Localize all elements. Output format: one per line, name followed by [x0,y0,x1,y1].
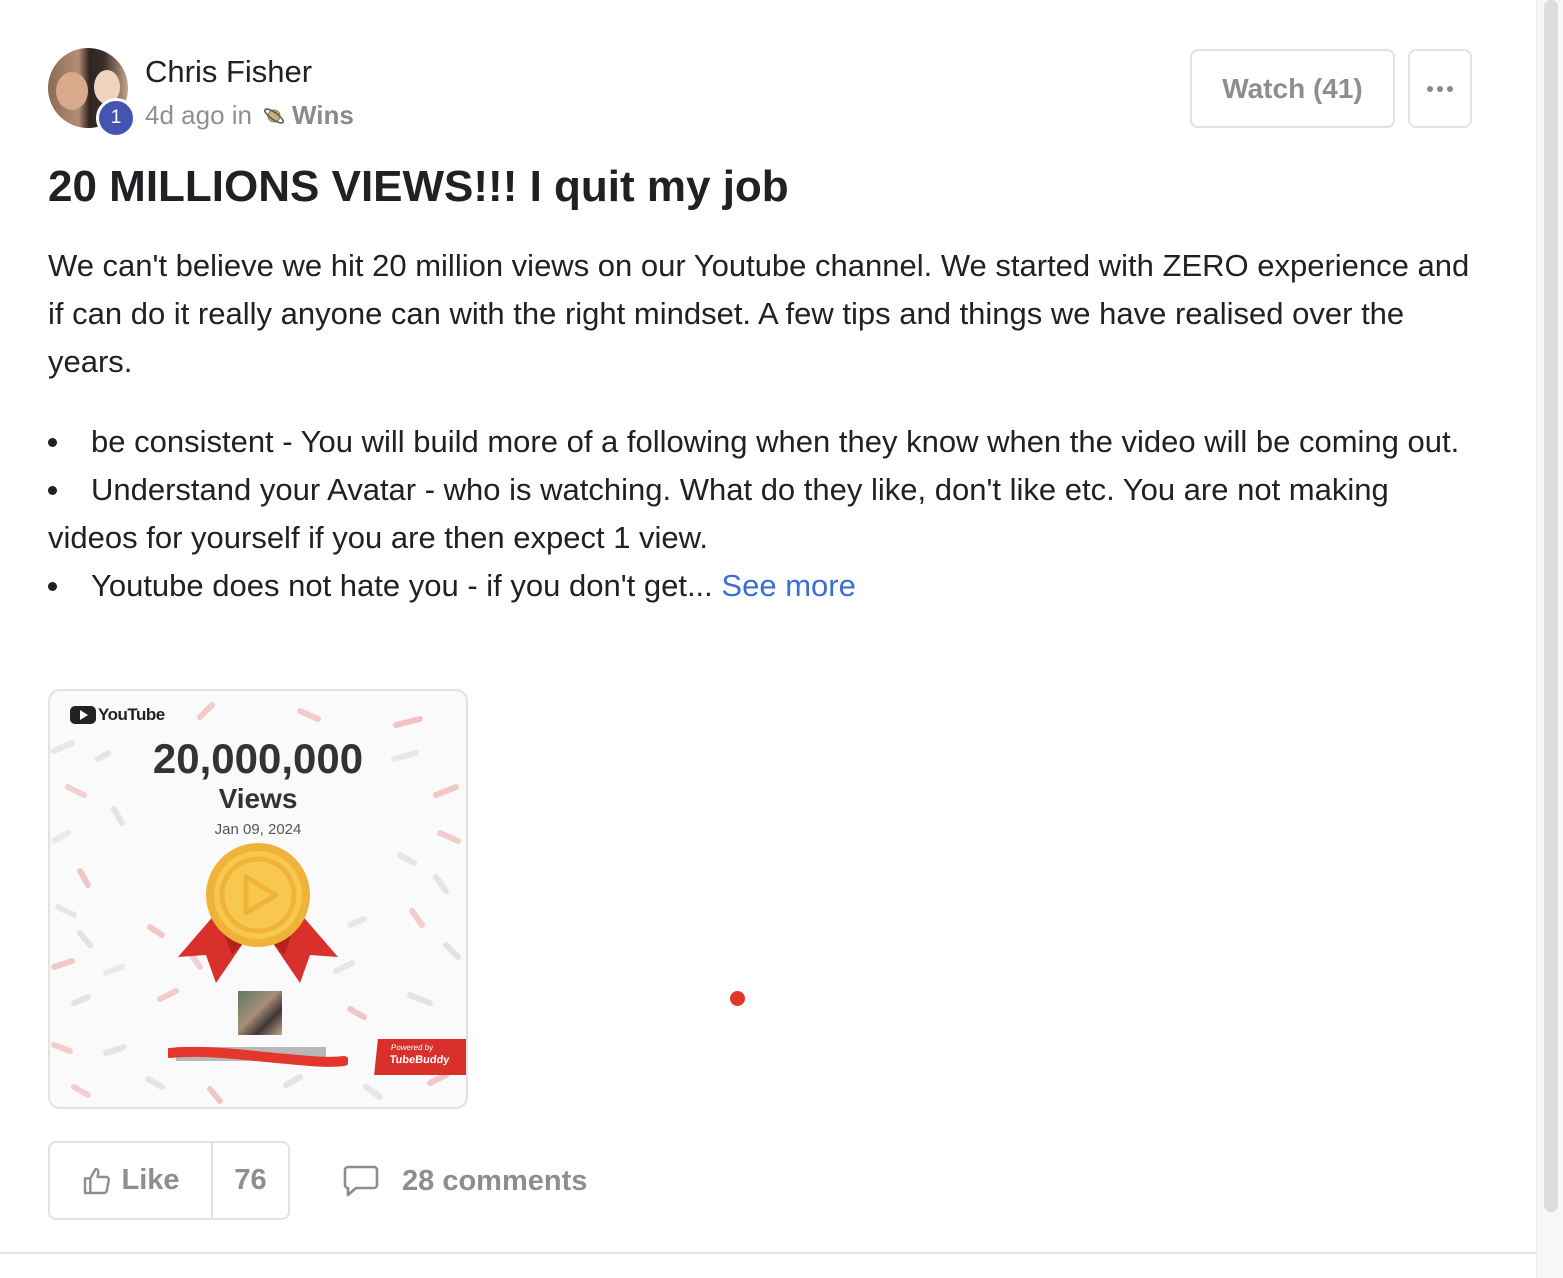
level-badge: 1 [96,98,136,138]
category-link[interactable]: Wins [292,100,354,131]
post-title: 20 MILLIONS VIEWS!!! I quit my job [48,162,789,211]
milestone-date: Jan 09, 2024 [214,821,302,838]
powered-by-text: Powered by [390,1043,434,1052]
bullet-icon [48,486,57,495]
ellipsis-icon-dot [1447,85,1453,92]
comment-bubble-icon [343,1165,379,1197]
scrollbar-thumb[interactable] [1544,0,1558,1212]
more-options-button[interactable] [1408,49,1472,128]
author-name[interactable]: Chris Fisher [145,54,312,90]
ellipsis-icon-dot [1437,85,1443,92]
avatar-face-left [56,72,88,110]
like-label: Like [121,1164,180,1196]
like-count[interactable]: 76 [213,1143,288,1218]
tubebuddy-badge: Powered by TubeBuddy [374,1039,466,1075]
youtube-logo-text: YouTube [98,705,165,724]
attachment-image[interactable]: YouTube 20,000,000 Views Jan 09, 2024 Po… [48,689,468,1109]
milestone-label: Views [218,783,298,814]
comments-label: 28 comments [402,1164,588,1197]
list-item: Youtube does not hate you - if you don't… [48,562,1478,610]
list-item-text: be consistent - You will build more of a… [91,424,1460,459]
post-meta: 4d ago in Wins [145,100,354,131]
saturn-icon [263,107,285,124]
list-item: be consistent - You will build more of a… [48,418,1478,466]
post-card: 1 Chris Fisher 4d ago in Wins Watch (41)… [0,0,1536,1278]
milestone-number: 20,000,000 [152,735,364,782]
bottom-divider [0,1252,1536,1254]
like-group: Like 76 [48,1141,290,1220]
list-item-text: Youtube does not hate you - if you don't… [91,568,713,603]
youtube-play-icon [70,706,96,724]
channel-avatar [238,991,282,1035]
cursor-dot [730,991,745,1006]
post-body: We can't believe we hit 20 million views… [48,248,1470,379]
bullet-icon [48,582,57,591]
see-more-link[interactable]: See more [721,568,855,603]
redacted-channel-name [168,1046,348,1067]
bullet-icon [48,438,57,447]
tubebuddy-brand: TubeBuddy [389,1054,451,1066]
watch-button[interactable]: Watch (41) [1190,49,1395,128]
list-item: Understand your Avatar - who is watching… [48,466,1478,562]
post-time: 4d ago in [145,100,252,130]
list-item-text: Understand your Avatar - who is watching… [48,472,1389,555]
gold-medal-play-icon [178,843,338,983]
tips-list: be consistent - You will build more of a… [48,418,1478,610]
comments-link[interactable]: 28 comments [342,1160,587,1202]
thumbs-up-icon [84,1167,111,1194]
ellipsis-icon [1427,85,1433,92]
like-button[interactable]: Like [50,1143,213,1218]
youtube-logo-icon: YouTube [70,705,165,725]
